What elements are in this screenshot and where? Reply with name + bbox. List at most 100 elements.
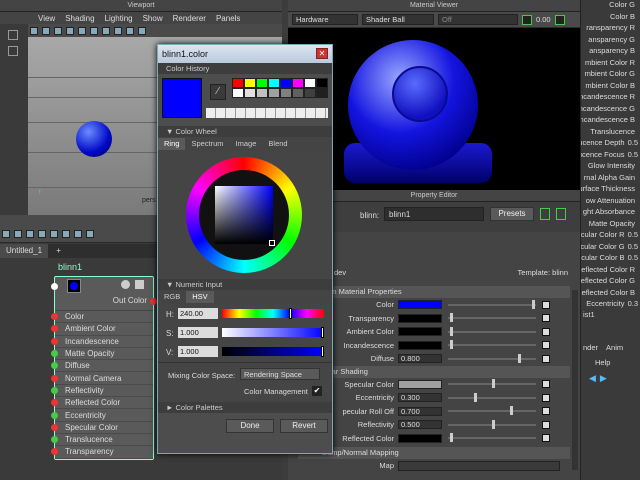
property-tab[interactable]: dev [334, 268, 346, 277]
bump-section-header[interactable]: Bump/Normal Mapping [298, 447, 570, 459]
map-button[interactable] [542, 380, 550, 389]
slider-knob[interactable] [492, 379, 495, 389]
remove-node-icon[interactable] [38, 230, 46, 238]
node-attr-row[interactable]: Reflectivity [51, 385, 153, 398]
presets-button[interactable]: Presets [490, 207, 534, 221]
node-attr-row[interactable]: Color [51, 311, 153, 324]
v-slider-handle[interactable] [321, 346, 324, 357]
map-button[interactable] [542, 341, 550, 350]
attr-pin[interactable] [51, 325, 58, 333]
attribute-row[interactable]: Color B [581, 12, 640, 24]
attribute-row[interactable]: ncandescence B [581, 115, 640, 127]
value-field[interactable]: 0.700 [398, 406, 442, 416]
camera-icon[interactable] [30, 27, 38, 35]
out-color-pin[interactable] [150, 298, 157, 305]
map-button[interactable] [542, 300, 550, 309]
node-attr-row[interactable]: Reflected Color [51, 397, 153, 410]
tab-ring[interactable]: Ring [158, 138, 186, 150]
slider-knob[interactable] [449, 340, 453, 350]
shape-dropdown[interactable]: Shader Ball [362, 14, 434, 25]
attribute-row[interactable]: Glow Intensity [581, 161, 640, 173]
node-mode-icon[interactable] [121, 280, 130, 289]
s-slider-handle[interactable] [321, 327, 324, 338]
color-swatch[interactable] [398, 327, 442, 337]
attribute-row[interactable]: Eccentricity 0.3 [581, 299, 640, 311]
color-swatch[interactable] [398, 433, 442, 443]
slider-knob[interactable] [532, 299, 536, 309]
palette-swatch[interactable] [256, 88, 268, 98]
palette-swatch[interactable] [316, 78, 328, 88]
map-button[interactable] [542, 420, 550, 429]
tab-spectrum[interactable]: Spectrum [185, 138, 229, 150]
map-button[interactable] [542, 393, 550, 402]
node-attr-row[interactable]: Matte Opacity [51, 348, 153, 361]
revert-button[interactable]: Revert [280, 419, 328, 433]
renderer-dropdown[interactable]: Hardware [292, 14, 358, 25]
property-slider[interactable] [448, 299, 536, 309]
color-swatch[interactable] [398, 300, 442, 310]
node-name-field[interactable]: blinn1 [384, 207, 484, 221]
history-swatches[interactable] [206, 108, 328, 118]
slider-knob[interactable] [509, 406, 513, 416]
eyedropper-icon[interactable]: ⁄ [210, 84, 226, 100]
node-attr-row[interactable]: Translucence [51, 434, 153, 447]
value-field[interactable]: 0.500 [398, 420, 442, 430]
option-dropdown[interactable]: Off [438, 14, 518, 25]
dialog-titlebar[interactable]: blinn1.color ✕ [158, 45, 332, 63]
palette-swatch[interactable] [232, 88, 244, 98]
attribute-row[interactable]: Specular Color B0.5 [581, 253, 640, 265]
node-input-pin[interactable] [51, 283, 58, 290]
tab-image[interactable]: Image [230, 138, 263, 150]
slider-knob[interactable] [474, 392, 478, 402]
graph-icon[interactable] [2, 230, 10, 238]
h-slider-handle[interactable] [289, 308, 292, 319]
value-field[interactable]: 0.800 [398, 354, 442, 364]
attribute-row[interactable]: Translucence [581, 127, 640, 139]
filter-icon[interactable] [62, 230, 70, 238]
select-tool-icon[interactable] [8, 30, 18, 40]
mixing-dropdown[interactable]: Rendering Space [240, 368, 320, 380]
palette-swatch[interactable] [316, 88, 328, 98]
current-color-swatch[interactable] [162, 78, 202, 118]
palette-swatch[interactable] [292, 78, 304, 88]
attr-pin[interactable] [51, 337, 58, 345]
palette-swatch[interactable] [256, 78, 268, 88]
property-slider[interactable] [448, 313, 536, 323]
show-icon[interactable] [540, 208, 550, 220]
done-button[interactable]: Done [226, 419, 274, 433]
color-swatch[interactable] [398, 313, 442, 323]
color-swatch[interactable] [398, 340, 442, 350]
attribute-row[interactable]: lucence Focus 0.5 [581, 150, 640, 162]
blue-sphere[interactable] [76, 121, 112, 157]
palettes-header[interactable]: ► Color Palettes [158, 402, 332, 413]
property-slider[interactable] [448, 406, 536, 416]
numeric-header[interactable]: ▼ Numeric Input [158, 279, 332, 290]
attribute-row[interactable]: Reflected Color B [581, 288, 640, 300]
isolate-icon[interactable] [114, 27, 122, 35]
property-slider[interactable] [448, 392, 536, 402]
attr-pin[interactable] [51, 436, 58, 444]
attribute-row[interactable]: rnal Alpha Gain [581, 173, 640, 185]
node-attr-row[interactable]: Incandescence [51, 336, 153, 348]
node-attr-row[interactable]: Ambient Color [51, 323, 153, 336]
sv-picker-handle[interactable] [269, 240, 275, 246]
color-management-checkbox[interactable]: ✔ [312, 386, 322, 396]
map-button[interactable] [542, 407, 550, 416]
play-back-icon[interactable]: ◀ [589, 373, 596, 384]
attr-pin[interactable] [51, 374, 58, 382]
shadow-icon[interactable] [102, 27, 110, 35]
attribute-row[interactable]: mbient Color B [581, 81, 640, 93]
add-tab-button[interactable]: + [50, 246, 67, 255]
attribute-row[interactable]: mbient Color G [581, 69, 640, 81]
bump-map-field[interactable] [398, 460, 560, 471]
palette-swatch[interactable] [280, 88, 292, 98]
tab-anim[interactable]: Anim [606, 343, 623, 352]
attribute-row[interactable]: Specular Color R0.5 [581, 230, 640, 242]
attr-pin[interactable] [51, 448, 58, 456]
h-slider[interactable] [222, 309, 324, 318]
property-slider[interactable] [448, 419, 536, 429]
gamma-icon[interactable] [554, 14, 565, 25]
input-output-icon[interactable] [50, 230, 58, 238]
palette-swatch[interactable] [304, 88, 316, 98]
xray-icon[interactable] [126, 27, 134, 35]
